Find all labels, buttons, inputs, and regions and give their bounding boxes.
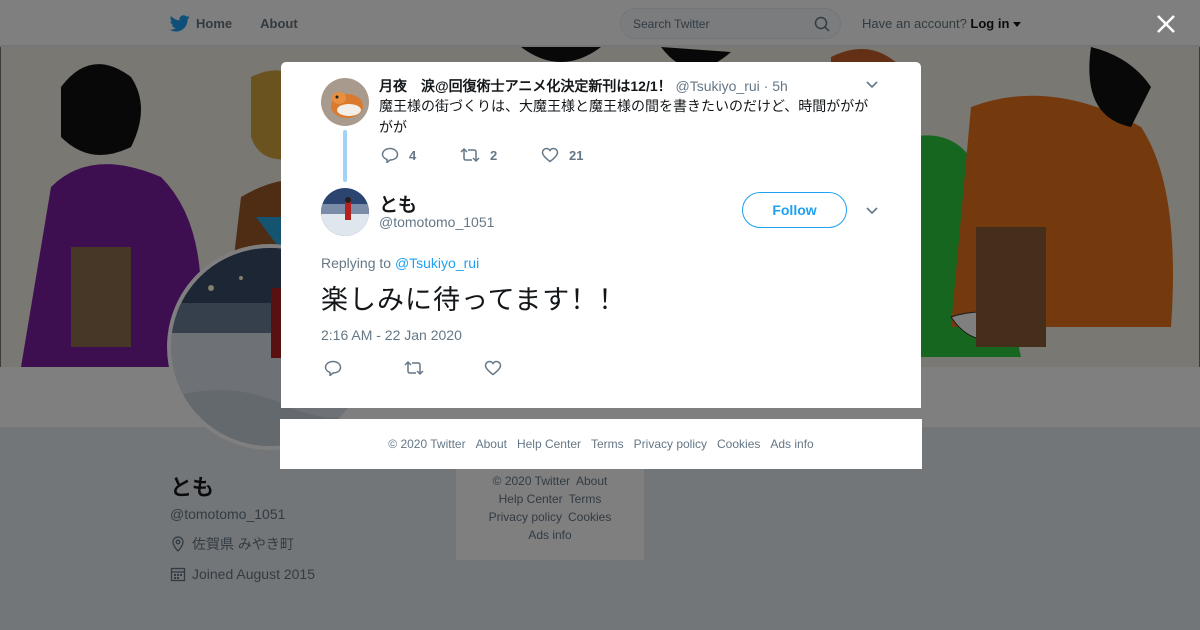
modal-footer: © 2020 Twitter About Help Center Terms P…: [280, 419, 922, 469]
main-tweet-handle[interactable]: @tomotomo_1051: [379, 214, 494, 230]
main-tweet-chevron-down-icon[interactable]: [865, 206, 879, 216]
tweet-modal: 月夜 涙@回復術士アニメ化決定新刊は12/1！ @Tsukiyo_rui · 5…: [281, 62, 921, 408]
parent-tweet-name[interactable]: 月夜 涙@回復術士アニメ化決定新刊は12/1！: [379, 78, 672, 94]
main-avatar-image: [321, 188, 369, 236]
footer-cookies-link[interactable]: Cookies: [717, 437, 760, 451]
heart-icon: [541, 147, 559, 163]
parent-tweet-avatar[interactable]: [321, 78, 369, 126]
parent-reply-count: 4: [409, 147, 417, 163]
main-tweet-actions: [324, 360, 512, 376]
retweet-icon: [404, 360, 424, 376]
parent-tweet-time[interactable]: · 5h: [764, 78, 788, 94]
parent-tweet-actions: 4 2 21: [381, 147, 583, 163]
main-retweet-button[interactable]: [404, 360, 484, 376]
main-like-button[interactable]: [484, 360, 512, 376]
parent-like-button[interactable]: 21: [541, 147, 583, 163]
follow-button[interactable]: Follow: [742, 192, 847, 228]
reply-icon: [381, 147, 399, 163]
replying-to-link[interactable]: @Tsukiyo_rui: [395, 255, 479, 271]
footer-privacy-link[interactable]: Privacy policy: [634, 437, 707, 451]
main-tweet-avatar[interactable]: [321, 188, 369, 236]
reply-icon: [324, 360, 342, 376]
parent-reply-button[interactable]: 4: [381, 147, 460, 163]
parent-tweet-text: 魔王様の街づくりは、大魔王様と魔王様の間を書きたいのだけど、時間ががががが: [379, 98, 869, 135]
parent-retweet-button[interactable]: 2: [460, 147, 541, 163]
retweet-icon: [460, 147, 480, 163]
replying-prefix: Replying to: [321, 255, 392, 271]
main-tweet-text: 楽しみに待ってます！！: [321, 285, 627, 315]
parent-tweet-handle[interactable]: @Tsukiyo_rui: [676, 78, 760, 94]
footer-copyright: © 2020 Twitter: [388, 437, 466, 451]
parent-tweet-chevron-down-icon[interactable]: [865, 80, 879, 90]
footer-ads-link[interactable]: Ads info: [770, 437, 813, 451]
main-reply-button[interactable]: [324, 360, 404, 376]
footer-help-link[interactable]: Help Center: [517, 437, 581, 451]
main-tweet-name[interactable]: とも: [379, 190, 417, 217]
footer-terms-link[interactable]: Terms: [591, 437, 624, 451]
parent-avatar-image: [321, 78, 369, 126]
parent-like-count: 21: [569, 147, 584, 163]
heart-icon: [484, 360, 502, 376]
footer-about-link[interactable]: About: [476, 437, 507, 451]
parent-tweet-header: 月夜 涙@回復術士アニメ化決定新刊は12/1！ @Tsukiyo_rui · 5…: [379, 76, 788, 96]
replying-to: Replying to @Tsukiyo_rui: [321, 255, 479, 271]
close-icon[interactable]: [1154, 12, 1178, 36]
thread-line: [343, 130, 347, 182]
parent-retweet-count: 2: [490, 147, 498, 163]
main-tweet-timestamp[interactable]: 2:16 AM - 22 Jan 2020: [321, 327, 462, 343]
